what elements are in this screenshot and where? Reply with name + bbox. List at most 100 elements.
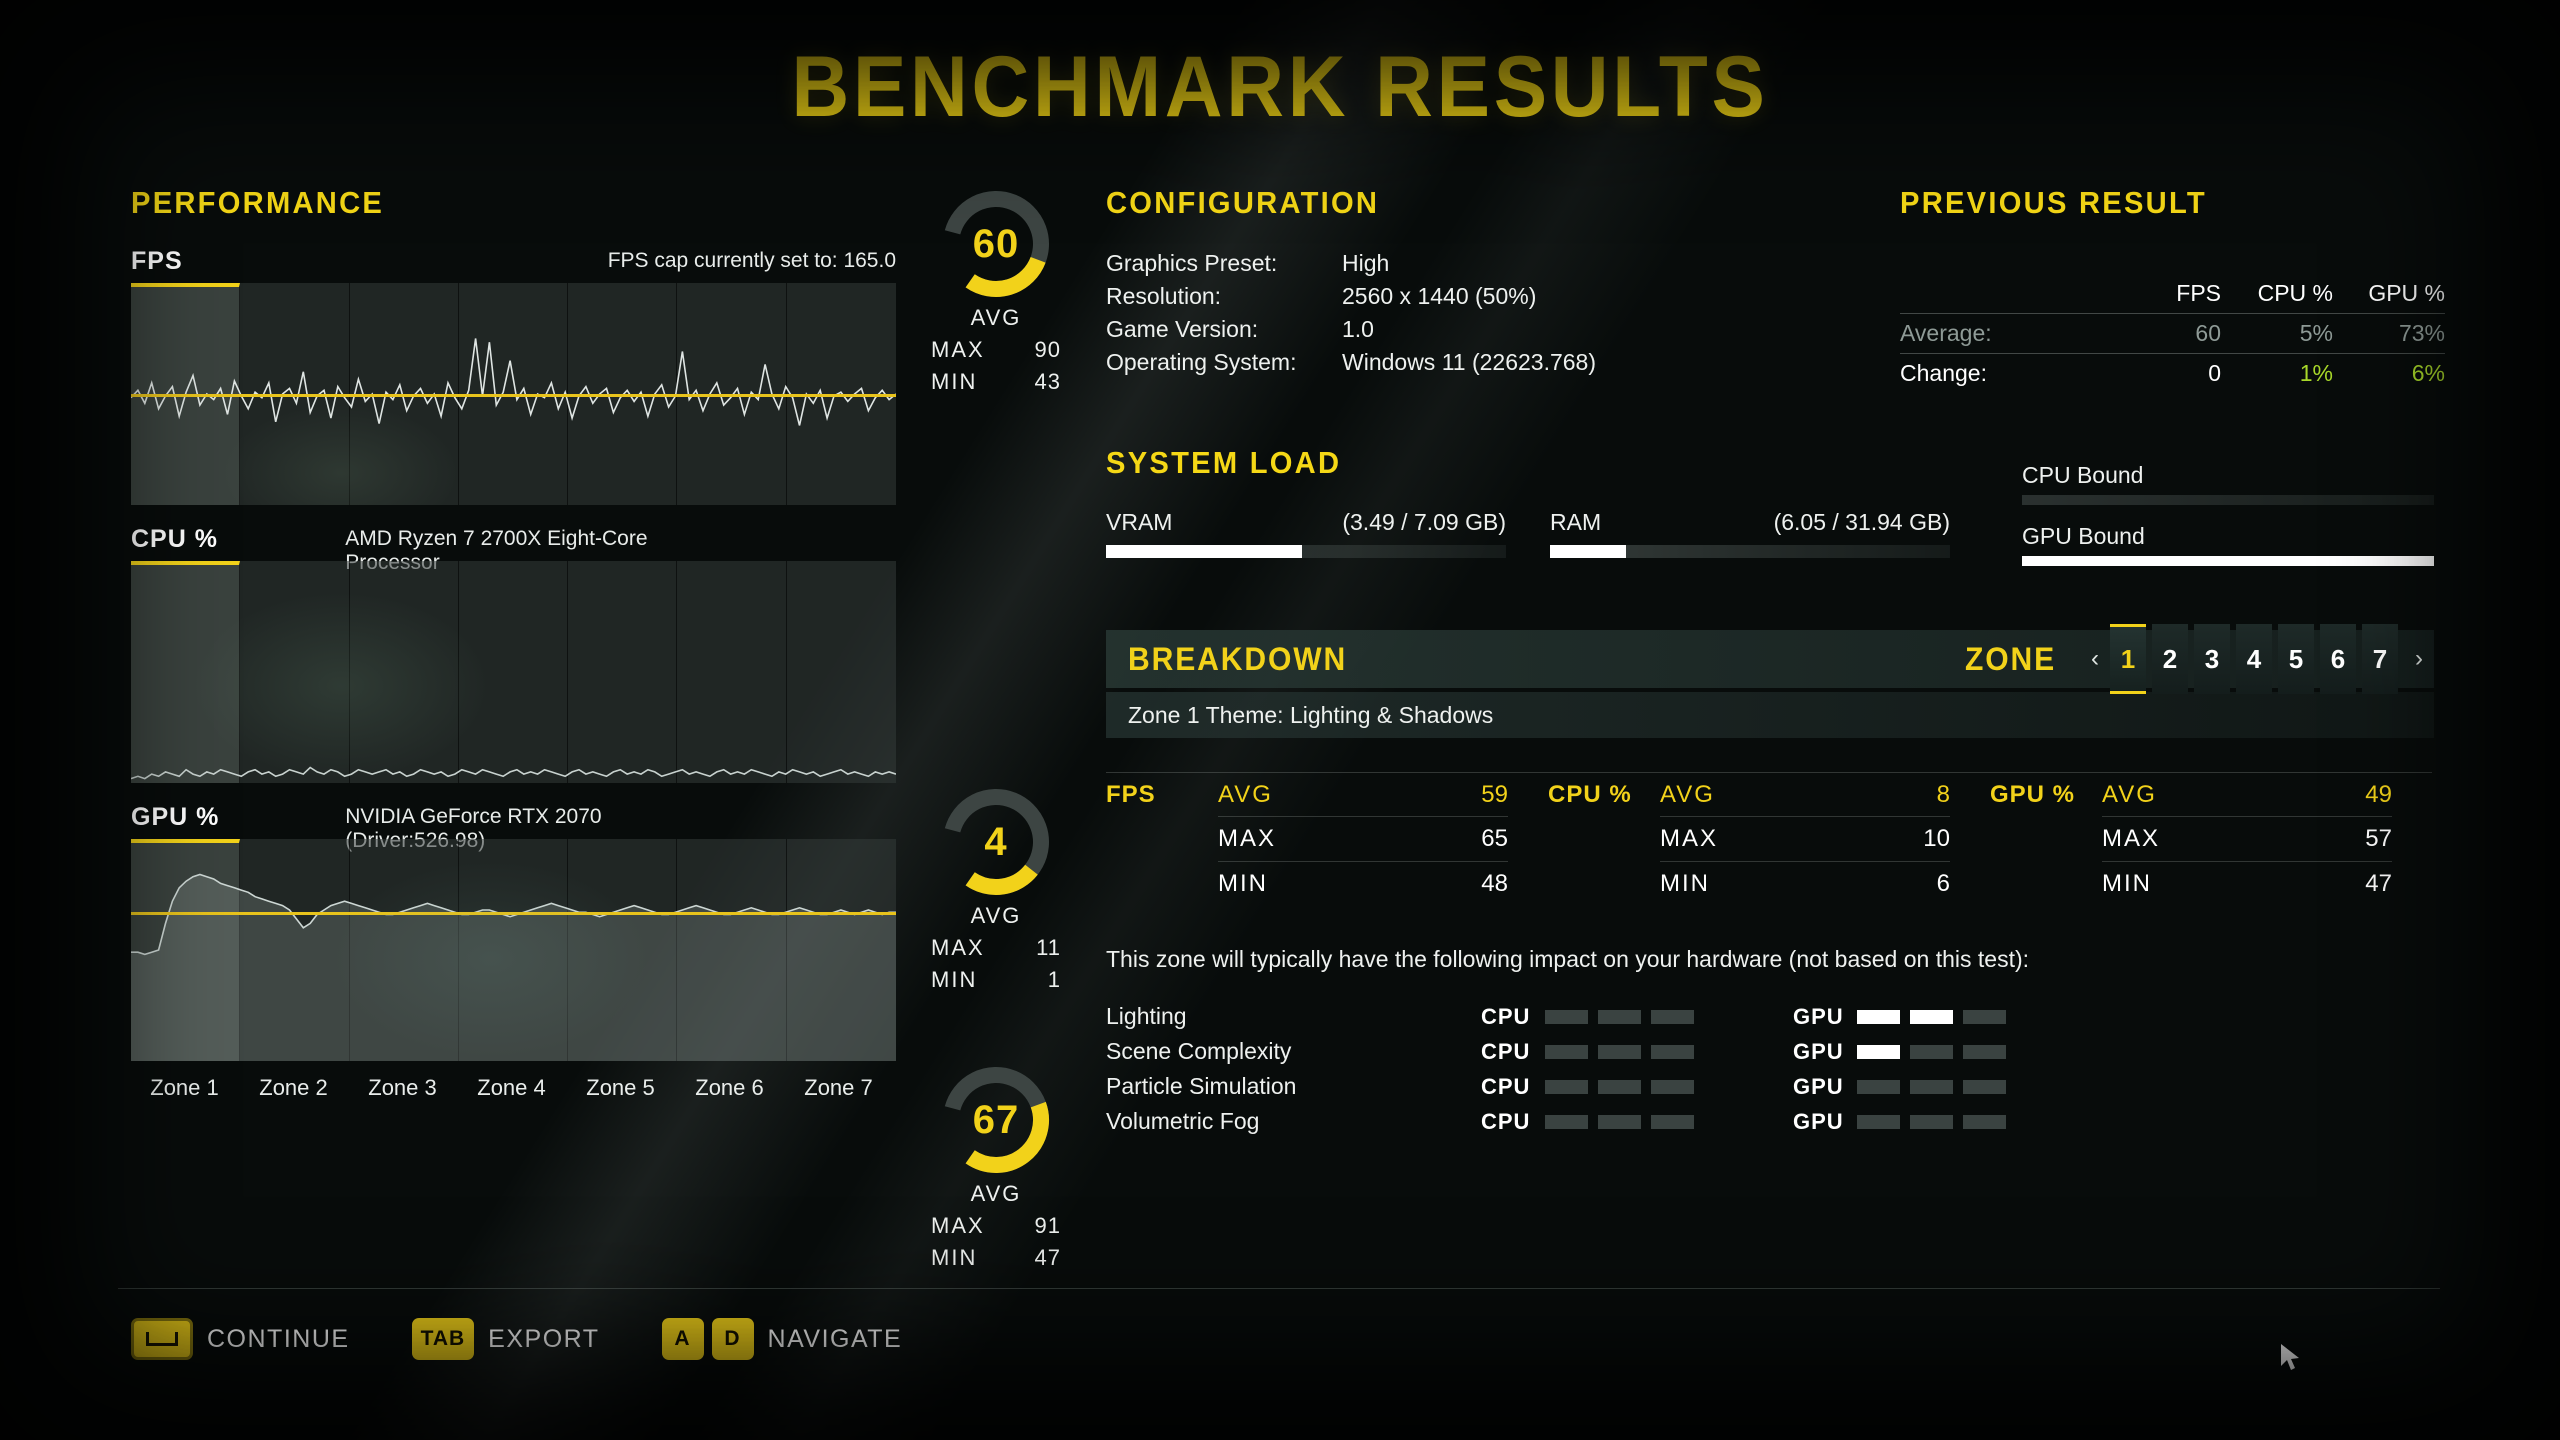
gpu-min-label: MIN	[931, 1245, 978, 1270]
impact-segment	[1910, 1079, 1953, 1094]
gpu-gauge-value: 67	[972, 1097, 1020, 1142]
gpu-gauge-wrap: 67 AVG MAX 91 MIN 47	[931, 1061, 1061, 1271]
gpu-gauge-avg-caption: AVG	[970, 1181, 1022, 1206]
impact-row: Particle Simulation CPU GPU	[1106, 1069, 2434, 1104]
impact-segment	[1545, 1009, 1588, 1024]
impact-segment	[1857, 1009, 1900, 1024]
fps-graph-block: FPS FPS cap currently set to: 165.0 60 A…	[131, 191, 1060, 505]
fps-gauge-wrap: 60 AVG MAX 90 MIN 43	[931, 185, 1061, 395]
cpu-min-value: 1	[1047, 967, 1061, 992]
fps-cap-line	[131, 394, 896, 397]
stat-key: MIN	[2102, 870, 2152, 897]
zone-button-3[interactable]: 3	[2194, 624, 2230, 694]
cpu-zone-col-3[interactable]	[350, 561, 459, 783]
impact-segment	[1857, 1079, 1900, 1094]
zone-button-2[interactable]: 2	[2152, 624, 2188, 694]
stat-key: MAX	[2102, 825, 2161, 852]
cpu-zone-col-2[interactable]	[240, 561, 350, 783]
footer-navigate-label: NAVIGATE	[767, 1324, 903, 1353]
impact-gpu-segments	[1857, 1044, 2047, 1059]
impact-segment	[1545, 1114, 1588, 1129]
system-load-heading: SYSTEM LOAD	[1106, 445, 1342, 480]
fps-max-value: 90	[1034, 337, 1061, 362]
impact-cpu-tag: CPU	[1481, 1073, 1531, 1099]
footer-navigate[interactable]: A D NAVIGATE	[661, 1318, 903, 1360]
impact-row: Lighting CPU GPU	[1106, 999, 2434, 1034]
stat-row: MIN 47	[1990, 862, 2432, 906]
breakdown-stat-group-cpu: CPU % AVG 8 MAX 10 MIN 6	[1548, 772, 1990, 906]
cpu-gauge-wrap: 4 AVG MAX 11 MIN 1	[931, 783, 1061, 993]
impact-segment	[1963, 1079, 2006, 1094]
impact-segment	[1598, 1009, 1641, 1024]
bound-indicators: CPU Bound GPU Bound	[2022, 462, 2434, 584]
vram-bar-fill	[1106, 545, 1302, 558]
prev-change-gpu: 6%	[2411, 360, 2445, 386]
impact-cpu-segments	[1545, 1044, 1735, 1059]
gpu-zone-col-4[interactable]	[459, 839, 569, 1061]
vram-label: VRAM	[1106, 509, 1173, 535]
d-key-icon: D	[711, 1318, 754, 1360]
impact-note: This zone will typically have the follow…	[1106, 946, 2030, 972]
zone-axis-label-5: Zone 5	[586, 1075, 655, 1100]
stat-group-name: CPU %	[1548, 780, 1632, 808]
config-key: Game Version:	[1106, 315, 1259, 342]
stat-key: MAX	[1660, 825, 1719, 852]
zone-button-5[interactable]: 5	[2278, 624, 2314, 694]
footer-controls: CONTINUE TAB EXPORT A D NAVIGATE	[131, 1318, 964, 1360]
cpu-min-row: MIN 1	[931, 967, 1061, 993]
fps-chart	[131, 283, 896, 505]
cpu-gauge: 4	[937, 783, 1055, 901]
stat-value: 59	[1481, 780, 1508, 808]
config-value: Windows 11 (22623.768)	[1342, 348, 1596, 375]
fps-graph-header: FPS FPS cap currently set to: 165.0	[131, 247, 896, 283]
ram-value: (6.05 / 31.94 GB)	[1773, 509, 1950, 535]
stat-value: 8	[1936, 780, 1950, 808]
impact-gpu-tag: GPU	[1793, 1073, 1844, 1099]
benchmark-results-screen: BENCHMARK RESULTS PERFORMANCE FPS FPS ca…	[0, 0, 2560, 1440]
fps-max-label: MAX	[931, 337, 985, 362]
cpu-line-series	[131, 766, 896, 780]
zone-next-arrow-icon[interactable]: ›	[2404, 645, 2434, 673]
gpu-bound-fill	[2022, 556, 2434, 566]
impact-gpu-tag: GPU	[1793, 1038, 1844, 1064]
zone-button-1[interactable]: 1	[2110, 624, 2146, 694]
config-key: Graphics Preset:	[1106, 250, 1278, 276]
zone-prev-arrow-icon[interactable]: ‹	[2080, 645, 2110, 673]
prev-average-gpu: 73%	[2398, 320, 2445, 346]
impact-segment	[1651, 1044, 1694, 1059]
zone-button-7[interactable]: 7	[2362, 624, 2398, 694]
cpu-gauge-avg-caption: AVG	[970, 903, 1022, 928]
impact-segment	[1963, 1044, 2006, 1059]
zone-selector[interactable]: ZONE ‹ 1 2 3 4 5 6 7 ›	[1965, 624, 2434, 694]
impact-cpu-tag: CPU	[1481, 1038, 1531, 1064]
stat-value: 10	[1923, 825, 1950, 852]
previous-result-section: PREVIOUS RESULT FPS CPU % GPU % Average:…	[1900, 185, 2445, 393]
fps-min-label: MIN	[931, 369, 978, 394]
impact-segment	[1545, 1044, 1588, 1059]
zone-button-4[interactable]: 4	[2236, 624, 2272, 694]
spacebar-key-icon	[131, 1318, 193, 1360]
cpu-graph-label: CPU %	[131, 525, 218, 553]
stat-row: GPU % AVG 49	[1990, 772, 2432, 816]
zone-axis-label-2: Zone 2	[259, 1075, 328, 1100]
cpu-chart	[131, 561, 896, 783]
impact-segment	[1598, 1044, 1641, 1059]
stat-value: 48	[1481, 870, 1508, 897]
config-row: Operating System: Windows 11 (22623.768)	[1106, 346, 1886, 379]
stat-row: MIN 48	[1106, 862, 1548, 906]
fps-gauge-value: 60	[972, 221, 1020, 266]
performance-heading: PERFORMANCE	[131, 185, 385, 220]
breakdown-heading: BREAKDOWN	[1128, 640, 1348, 677]
zone-button-6[interactable]: 6	[2320, 624, 2356, 694]
stat-key: MIN	[1660, 870, 1710, 897]
ram-meter-head: RAM (6.05 / 31.94 GB)	[1550, 509, 1950, 536]
impact-row: Scene Complexity CPU GPU	[1106, 1034, 2434, 1069]
footer-export[interactable]: TAB EXPORT	[411, 1318, 600, 1360]
prev-change-cpu: 1%	[2299, 360, 2333, 386]
gpu-zone-col-3[interactable]	[350, 839, 459, 1061]
cpu-graph-block: CPU % AMD Ryzen 7 2700X Eight-Core Proce…	[131, 525, 1060, 992]
stat-group-name: GPU %	[1990, 780, 2076, 808]
footer-continue[interactable]: CONTINUE	[131, 1318, 350, 1360]
stat-row: FPS AVG 59	[1106, 772, 1548, 816]
stat-group-name: FPS	[1106, 780, 1156, 808]
